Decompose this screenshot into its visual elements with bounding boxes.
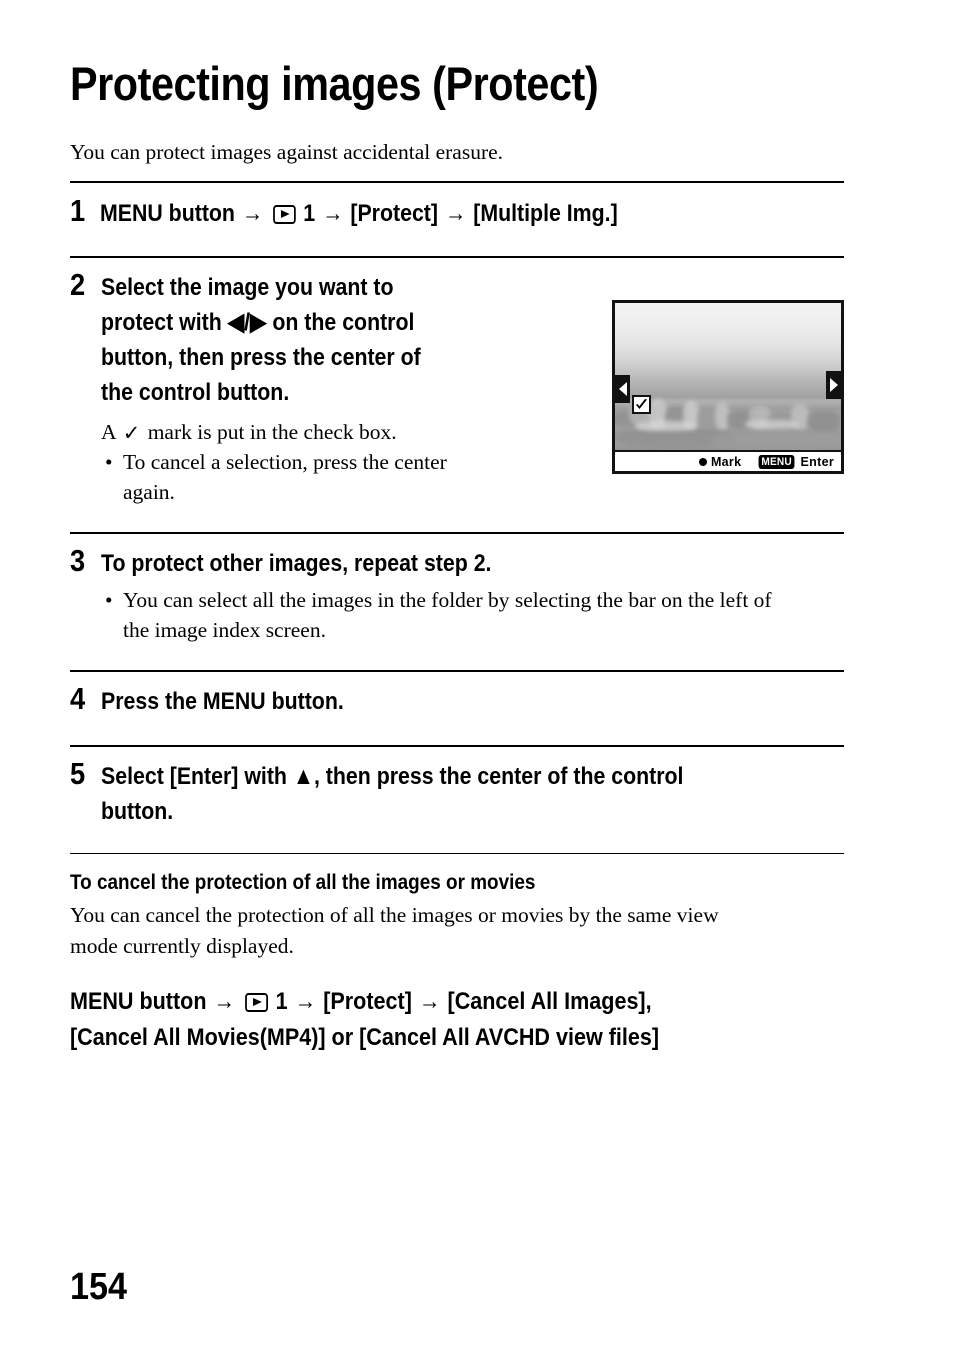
playback-icon	[244, 993, 268, 1012]
step-2-heading-line-4: the control button.	[101, 379, 290, 406]
lcd-photo	[615, 303, 841, 450]
step-3-body: To protect other images, repeat step 2. …	[101, 546, 901, 645]
lcd-right-arrow-icon	[826, 371, 841, 399]
step-2-note-checkmark: A ✓ mark is put in the check box.	[101, 417, 621, 447]
check-icon: ✓	[122, 421, 141, 445]
menu-item-protect: [Protect]	[350, 200, 438, 227]
lcd-left-arrow-icon	[615, 375, 630, 403]
arrow-icon: →	[241, 200, 264, 227]
center-button-dot-icon	[698, 457, 707, 466]
arrow-icon: →	[322, 200, 344, 227]
step-2-bullet: To cancel a selection, press the center …	[101, 447, 621, 507]
step-2-bullet-line-1: To cancel a selection, press the center	[123, 450, 447, 474]
menu-item-protect: [Protect]	[323, 988, 412, 1015]
step-3-number: 3	[70, 543, 86, 578]
step-4-heading: Press the MENU button.	[101, 688, 344, 715]
divider-rule-5	[70, 745, 844, 747]
cancel-menu-path-line-2: [Cancel All Movies(MP4)] or [Cancel All …	[70, 1024, 660, 1051]
step-2-heading-line-2: protect with ◀/▶ on the control	[101, 309, 415, 336]
menu-button-label: MENU button	[100, 200, 235, 227]
step-2-body: Select the image you want to protect wit…	[101, 270, 621, 507]
step-2-heading-line-1: Select the image you want to	[101, 274, 394, 301]
note-prefix: A	[101, 420, 116, 444]
step-5-heading-line-1: Select [Enter] with ▲, then press the ce…	[101, 763, 684, 790]
cancel-body-line-1: You can cancel the protection of all the…	[70, 903, 719, 927]
divider-rule-6	[70, 853, 844, 854]
step-1-heading: MENU button → 1 → [Protect] → [Multiple Img.]	[100, 196, 618, 231]
step-3-bullet-line-2: the image index screen.	[123, 618, 326, 642]
step-2-notes: A ✓ mark is put in the check box. To can…	[101, 417, 621, 507]
camera-lcd-illustration: Mark MENU Enter	[612, 300, 844, 474]
menu-tab-number: 1	[275, 988, 288, 1015]
divider-rule-3	[70, 532, 844, 534]
page-number: 154	[70, 1266, 128, 1308]
step-4-body: Press the MENU button.	[101, 684, 380, 719]
arrow-icon: →	[444, 200, 467, 227]
manual-page: Protecting images (Protect) You can prot…	[0, 0, 954, 1345]
cancel-body-line-2: mode currently displayed.	[70, 934, 294, 958]
step-2-number: 2	[70, 267, 86, 302]
step-3-notes: You can select all the images in the fol…	[101, 585, 901, 645]
playback-icon	[272, 205, 296, 224]
page-title: Protecting images (Protect)	[70, 57, 599, 110]
step-3-bullet-line-1: You can select all the images in the fol…	[123, 588, 772, 612]
menu-item-multiple-img: [Multiple Img.]	[473, 200, 618, 227]
step-5-number: 5	[70, 756, 86, 791]
cancel-menu-path: MENU button → 1 → [Protect] → [Cancel All Imag…	[70, 984, 792, 1056]
step-5-heading-line-2: button.	[101, 798, 174, 825]
intro-paragraph: You can protect images against accidenta…	[70, 140, 504, 164]
cancel-section-heading: To cancel the protection of all the imag…	[70, 870, 536, 894]
step-2-heading-line-3: button, then press the center of	[101, 344, 421, 371]
lcd-status-bar: Mark MENU Enter	[615, 450, 841, 471]
lcd-mark-label: Mark	[710, 454, 742, 469]
lcd-enter-label: Enter	[800, 454, 834, 469]
arrow-icon: →	[294, 988, 317, 1015]
arrow-icon: →	[213, 988, 236, 1015]
menu-button-label: MENU button	[70, 988, 207, 1015]
step-1-number: 1	[70, 193, 86, 228]
step-1-body: MENU button → 1 → [Protect] → [Multiple Img.]	[100, 196, 695, 231]
divider-rule-1	[70, 181, 844, 183]
divider-rule-2	[70, 256, 844, 258]
lcd-menu-chip: MENU	[758, 454, 795, 469]
arrow-icon: →	[418, 988, 441, 1015]
menu-tab-number: 1	[303, 200, 316, 227]
step-5-body: Select [Enter] with ▲, then press the ce…	[101, 759, 931, 829]
divider-rule-4	[70, 670, 844, 672]
step-4-number: 4	[70, 681, 86, 716]
menu-item-cancel-all-images: [Cancel All Images],	[447, 988, 652, 1015]
step-2-bullet-line-2: again.	[123, 480, 175, 504]
lcd-checkbox-checked	[632, 395, 651, 414]
cancel-section-body: You can cancel the protection of all the…	[70, 900, 860, 962]
note-suffix: mark is put in the check box.	[147, 420, 397, 444]
step-3-heading: To protect other images, repeat step 2.	[101, 550, 492, 577]
step-3-bullet: You can select all the images in the fol…	[101, 585, 901, 645]
cancel-menu-path-line-1: MENU button → 1 → [Protect] → [Cancel All Imag…	[70, 984, 792, 1020]
